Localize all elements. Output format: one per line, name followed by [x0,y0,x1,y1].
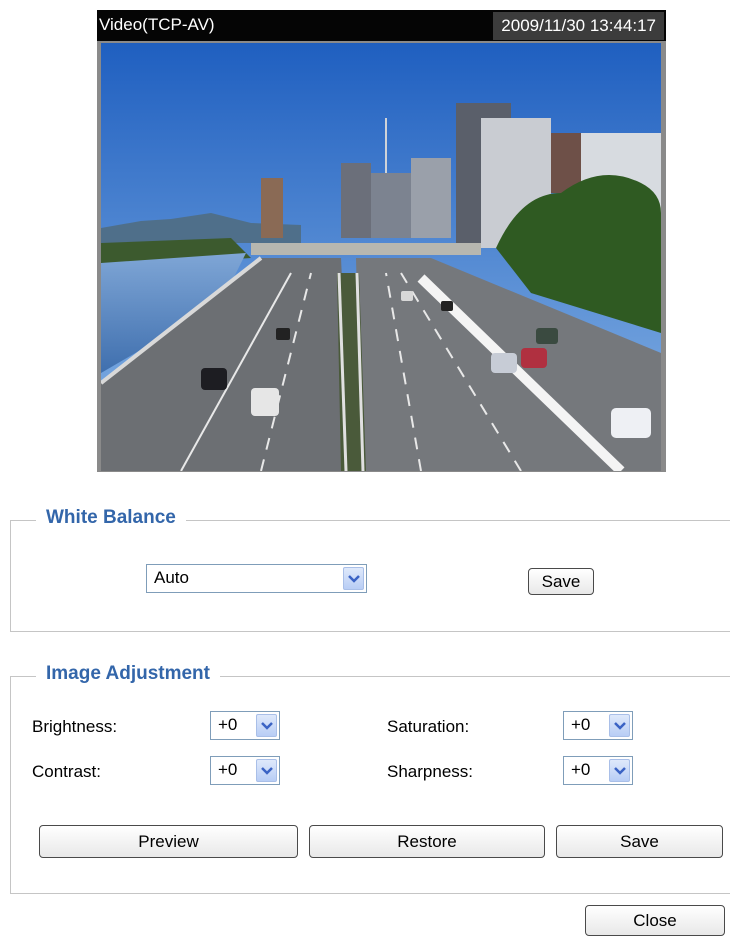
chevron-down-icon[interactable] [343,567,364,590]
contrast-label: Contrast: [32,762,101,781]
white-balance-save-button[interactable]: Save [528,568,594,595]
chevron-down-icon[interactable] [609,759,630,782]
brightness-label: Brightness: [32,717,118,736]
video-title: Video(TCP-AV) [99,15,215,34]
image-adjustment-save-button[interactable]: Save [556,825,723,858]
image-adjustment-legend: Image Adjustment [36,663,220,685]
white-balance-legend: White Balance [36,507,186,529]
saturation-select[interactable]: +0 [563,711,633,740]
sharpness-select[interactable]: +0 [563,756,633,785]
white-balance-group: White Balance Auto Save [10,507,730,632]
brightness-select[interactable]: +0 [210,711,280,740]
white-balance-select[interactable]: Auto [146,564,367,593]
preview-button[interactable]: Preview [39,825,298,858]
sharpness-value: +0 [571,760,591,779]
chevron-down-icon[interactable] [256,714,277,737]
video-timestamp: 2009/11/30 13:44:17 [493,12,664,40]
video-panel: Video(TCP-AV) 2009/11/30 13:44:17 [97,10,666,472]
saturation-label: Saturation: [387,717,470,736]
chevron-down-icon[interactable] [609,714,630,737]
contrast-value: +0 [218,760,238,779]
saturation-value: +0 [571,715,591,734]
white-balance-value: Auto [154,568,189,587]
live-video-image [101,43,661,471]
video-title-bar: Video(TCP-AV) 2009/11/30 13:44:17 [97,10,666,41]
sharpness-label: Sharpness: [387,762,473,781]
image-adjustment-group: Image Adjustment Brightness: +0 Saturati… [10,663,730,894]
brightness-value: +0 [218,715,238,734]
chevron-down-icon[interactable] [256,759,277,782]
close-button[interactable]: Close [585,905,725,936]
restore-button[interactable]: Restore [309,825,545,858]
contrast-select[interactable]: +0 [210,756,280,785]
